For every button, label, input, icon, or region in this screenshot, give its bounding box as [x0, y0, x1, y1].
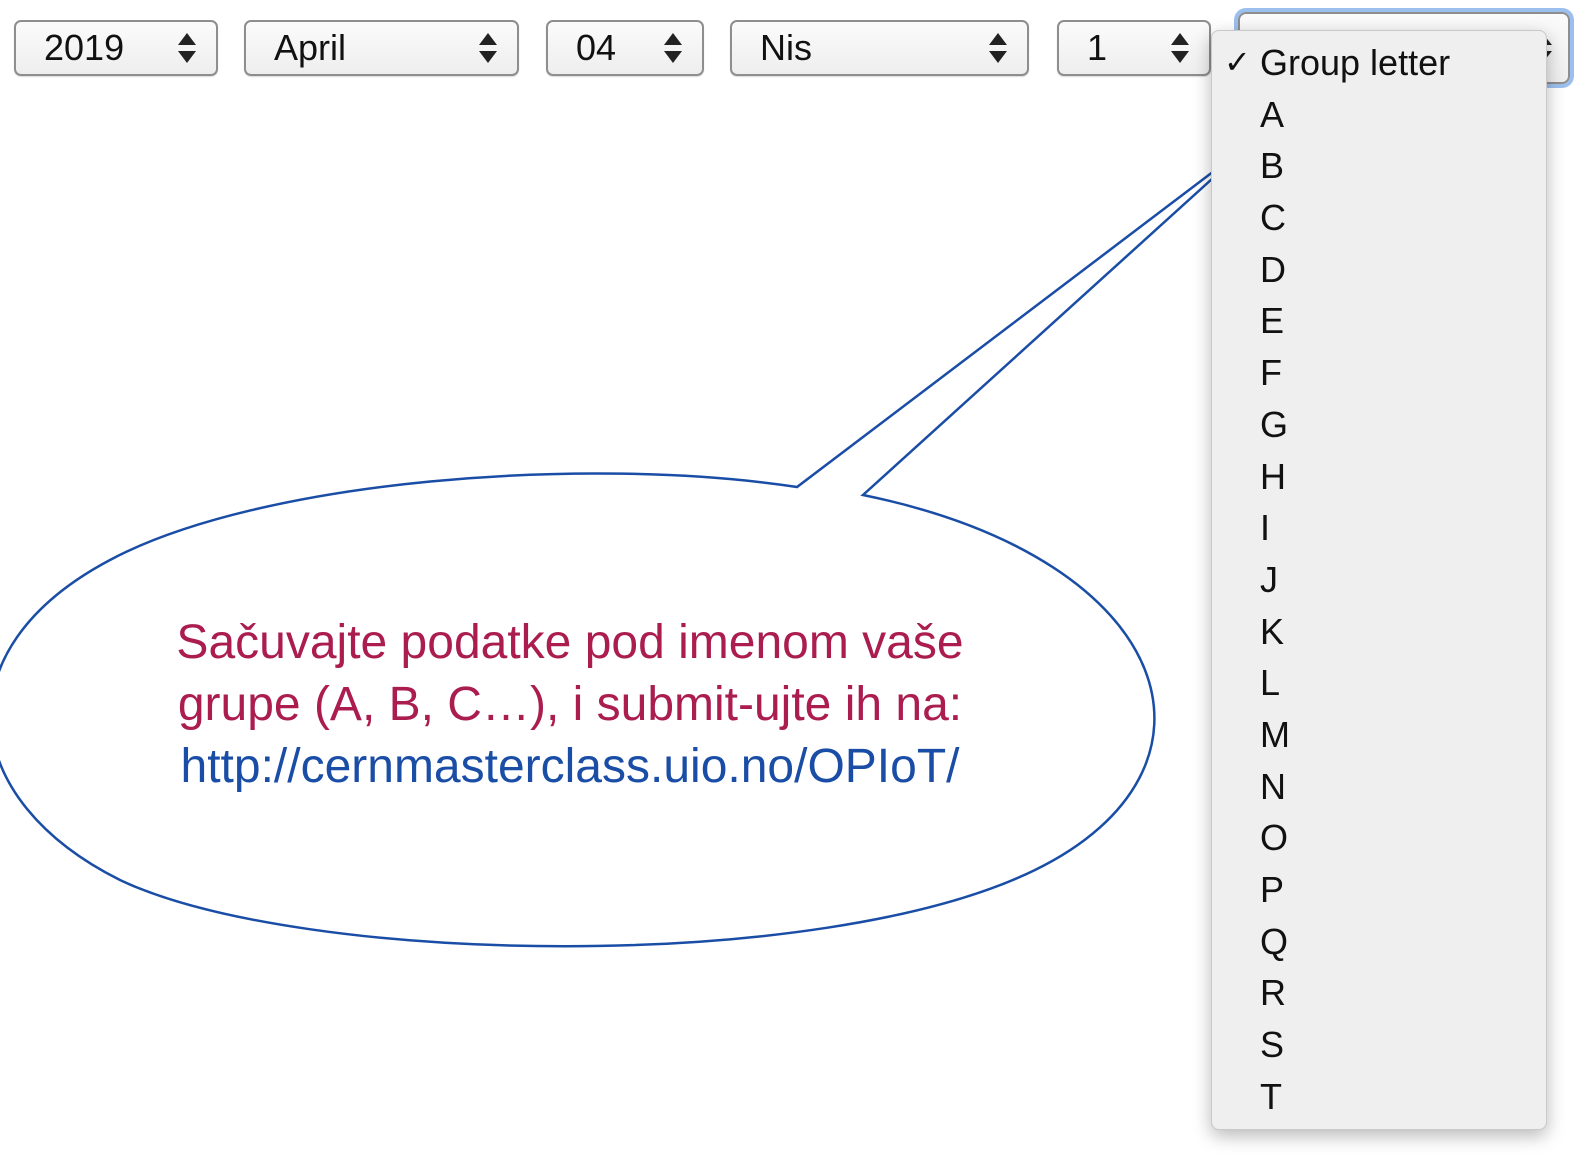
menu-item-c[interactable]: C [1212, 192, 1546, 244]
year-select-value: 2019 [44, 27, 125, 68]
menu-item-label: O [1260, 817, 1289, 859]
menu-item-label: S [1260, 1024, 1285, 1066]
stepper-arrows-icon [477, 31, 499, 65]
menu-item-label: J [1260, 558, 1278, 600]
menu-item-t[interactable]: T [1212, 1071, 1546, 1123]
stepper-arrows-icon [176, 31, 198, 65]
menu-item-g[interactable]: G [1212, 399, 1546, 451]
menu-item-j[interactable]: J [1212, 554, 1546, 606]
callout-instruction-line-1: Sačuvajte podatke pod imenom vaše [176, 616, 964, 669]
menu-item-label: Q [1260, 920, 1289, 962]
checkmark-icon: ✓ [1224, 44, 1251, 80]
menu-item-p[interactable]: P [1212, 864, 1546, 916]
menu-item-h[interactable]: H [1212, 451, 1546, 503]
submission-url-link[interactable]: http://cernmasterclass.uio.no/OPIoT/ [60, 736, 1080, 798]
menu-item-label: D [1260, 248, 1286, 290]
menu-item-group-letter[interactable]: ✓ Group letter [1212, 37, 1546, 89]
month-select-value: April [274, 27, 347, 68]
menu-item-o[interactable]: O [1212, 812, 1546, 864]
group-letter-dropdown-menu[interactable]: ✓ Group letter A B C D E F G H I J K L M… [1211, 30, 1547, 1130]
callout-instruction-line-2: grupe (A, B, C…), i submit-ujte ih na: [177, 678, 963, 731]
callout-text: Sačuvajte podatke pod imenom vaše grupe … [60, 612, 1080, 798]
menu-item-label: T [1260, 1075, 1282, 1117]
menu-item-a[interactable]: A [1212, 89, 1546, 141]
menu-item-label: F [1260, 352, 1282, 394]
menu-item-f[interactable]: F [1212, 347, 1546, 399]
menu-item-s[interactable]: S [1212, 1019, 1546, 1071]
year-select[interactable]: 2019 [14, 20, 218, 76]
menu-item-m[interactable]: M [1212, 709, 1546, 761]
day-select[interactable]: 04 [546, 20, 704, 76]
menu-item-label: I [1260, 507, 1271, 549]
menu-item-i[interactable]: I [1212, 502, 1546, 554]
menu-item-label: R [1260, 972, 1286, 1014]
number-select-value: 1 [1087, 27, 1108, 68]
menu-item-e[interactable]: E [1212, 295, 1546, 347]
month-select[interactable]: April [244, 20, 519, 76]
stepper-arrows-icon [987, 31, 1009, 65]
weekday-select[interactable]: Nis [730, 20, 1029, 76]
menu-item-n[interactable]: N [1212, 761, 1546, 813]
weekday-select-value: Nis [760, 27, 812, 68]
menu-item-q[interactable]: Q [1212, 916, 1546, 968]
menu-item-label: Group letter [1260, 42, 1451, 83]
menu-item-label: E [1260, 300, 1285, 342]
menu-item-label: H [1260, 455, 1286, 497]
menu-item-r[interactable]: R [1212, 967, 1546, 1019]
menu-item-b[interactable]: B [1212, 140, 1546, 192]
menu-item-k[interactable]: K [1212, 606, 1546, 658]
number-select[interactable]: 1 [1057, 20, 1211, 76]
menu-item-label: L [1260, 662, 1281, 704]
day-select-value: 04 [576, 27, 617, 68]
menu-item-d[interactable]: D [1212, 244, 1546, 296]
menu-item-label: C [1260, 197, 1286, 239]
menu-item-label: G [1260, 403, 1289, 445]
stepper-arrows-icon [1169, 31, 1191, 65]
menu-item-label: B [1260, 145, 1285, 187]
menu-item-label: N [1260, 765, 1286, 807]
stepper-arrows-icon [662, 31, 684, 65]
menu-item-l[interactable]: L [1212, 657, 1546, 709]
menu-item-label: K [1260, 610, 1285, 652]
menu-item-label: A [1260, 93, 1285, 135]
menu-item-label: M [1260, 713, 1290, 755]
menu-item-label: P [1260, 869, 1285, 910]
